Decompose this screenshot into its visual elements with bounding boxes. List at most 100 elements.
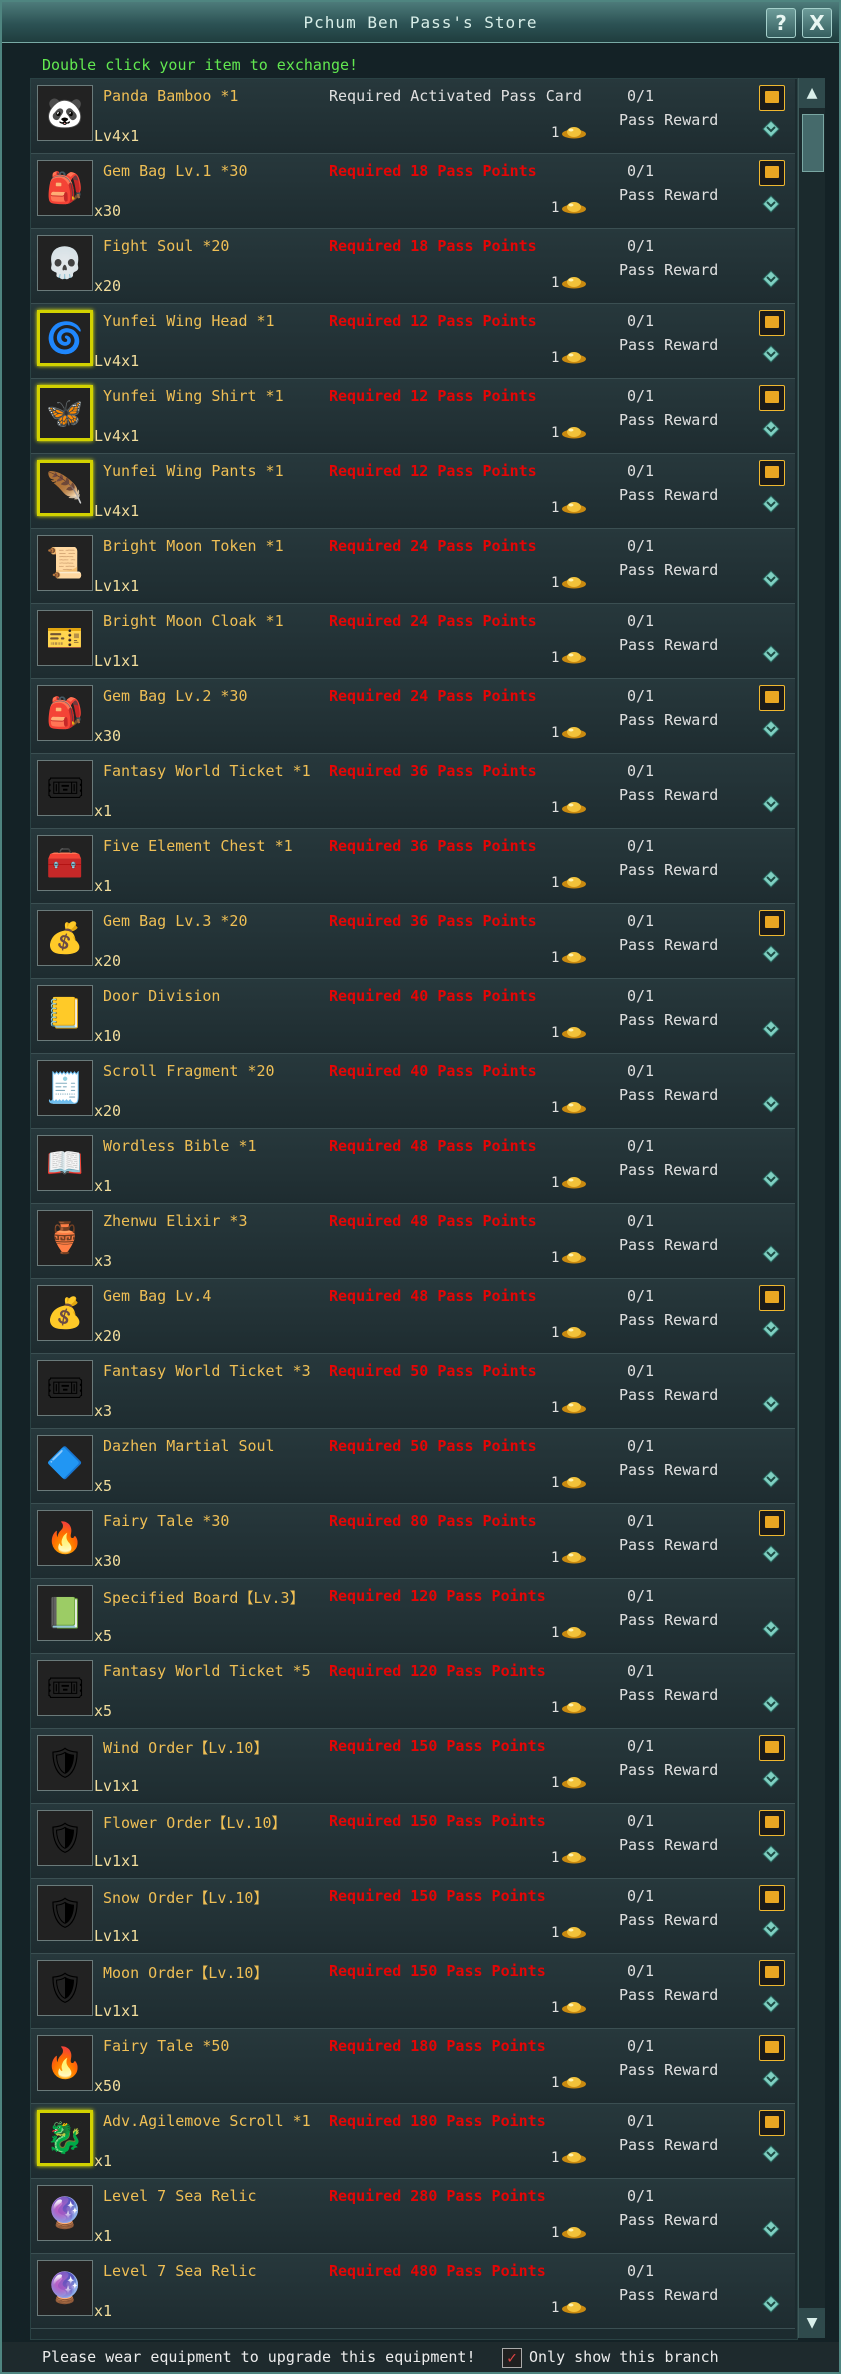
wind-order-icon[interactable]: 🛡 — [37, 1735, 93, 1791]
fairy-tale-icon[interactable]: 🔥 — [37, 2035, 93, 2091]
expand-arrow-icon[interactable] — [761, 1919, 781, 1939]
expand-arrow-icon[interactable] — [761, 1619, 781, 1639]
store-item-row[interactable]: 🎟 Fantasy World Ticket *1 x1 Required 36 Pa… — [31, 754, 795, 829]
gem-bag-icon[interactable]: 💰 — [37, 910, 93, 966]
expand-arrow-icon[interactable] — [761, 2294, 781, 2314]
chest-icon[interactable]: 🧰 — [37, 835, 93, 891]
scroll-fragment-icon[interactable]: 🧾 — [37, 1060, 93, 1116]
store-item-row[interactable]: 💰 Gem Bag Lv.3 *20 x20 Required 36 Pass Poi… — [31, 904, 795, 979]
expand-arrow-icon[interactable] — [761, 419, 781, 439]
store-item-row[interactable]: 🐉 Adv.Agilemove Scroll *1 x1 Required 180 P… — [31, 2104, 795, 2179]
store-item-row[interactable]: 🌀 Yunfei Wing Head *1 Lv4x1 Required 12 Pas… — [31, 304, 795, 379]
expand-arrow-icon[interactable] — [761, 2144, 781, 2164]
gem-bag-icon[interactable]: 💰 — [37, 1285, 93, 1341]
store-item-row[interactable]: 🛡 Snow Order【Lv.10】 Lv1x1 Required 150 Pass… — [31, 1879, 795, 1954]
scroll-up-icon[interactable]: ▲ — [799, 78, 825, 108]
store-item-row[interactable]: 📗 Specified Board【Lv.3】 x5 Required 120 Pas… — [31, 1579, 795, 1654]
store-item-row[interactable]: 🎟 Fantasy World Ticket *5 x5 Required 120 P… — [31, 1654, 795, 1729]
expand-arrow-icon[interactable] — [761, 794, 781, 814]
only-show-branch-label[interactable]: Only show this branch — [529, 2348, 719, 2366]
store-item-row[interactable]: 🔮 Level 7 Sea Relic x1 Required 280 Pass Po… — [31, 2179, 795, 2254]
expand-arrow-icon[interactable] — [761, 1769, 781, 1789]
scrollbar[interactable]: ▲ ▼ — [798, 78, 825, 2338]
store-item-row[interactable]: 📜 Bright Moon Token *1 Lv1x1 Required 24 Pa… — [31, 529, 795, 604]
gold-ingot-icon — [562, 652, 586, 664]
sea-relic-icon[interactable]: 🔮 — [37, 2260, 93, 2316]
expand-arrow-icon[interactable] — [761, 1544, 781, 1564]
moon-order-icon[interactable]: 🛡 — [37, 1960, 93, 2016]
expand-arrow-icon[interactable] — [761, 869, 781, 889]
wing-pants-icon[interactable]: 🪶 — [37, 460, 93, 516]
store-item-row[interactable]: 🏺 Zhenwu Elixir *3 x3 Required 48 Pass Poin… — [31, 1204, 795, 1279]
expand-arrow-icon[interactable] — [761, 194, 781, 214]
store-item-row[interactable]: 🧰 Five Element Chest *1 x1 Required 36 Pass… — [31, 829, 795, 904]
scroll-thumb[interactable] — [802, 114, 824, 172]
gem-bag-icon[interactable]: 🎒 — [37, 685, 93, 741]
fairy-tale-icon[interactable]: 🔥 — [37, 1510, 93, 1566]
expand-arrow-icon[interactable] — [761, 1169, 781, 1189]
expand-arrow-icon[interactable] — [761, 1019, 781, 1039]
moon-cloak-icon[interactable]: 🎫 — [37, 610, 93, 666]
martial-soul-icon[interactable]: 🔷 — [37, 1435, 93, 1491]
store-item-row[interactable]: 🛡 Wind Order【Lv.10】 Lv1x1 Required 150 Pass… — [31, 1729, 795, 1804]
store-item-row[interactable]: 🔥 Fairy Tale *50 x50 Required 180 Pass Poin… — [31, 2029, 795, 2104]
ticket-icon[interactable]: 🎟 — [37, 1660, 93, 1716]
expand-arrow-icon[interactable] — [761, 494, 781, 514]
store-item-row[interactable]: 🛡 Moon Order【Lv.10】 Lv1x1 Required 150 Pass… — [31, 1954, 795, 2029]
close-button[interactable]: X — [802, 8, 832, 38]
sea-relic-icon[interactable]: 🔮 — [37, 2185, 93, 2241]
panda-icon[interactable]: 🐼 — [37, 85, 93, 141]
scroll-down-icon[interactable]: ▼ — [799, 2308, 825, 2338]
expand-arrow-icon[interactable] — [761, 719, 781, 739]
snow-order-icon[interactable]: 🛡 — [37, 1885, 93, 1941]
expand-arrow-icon[interactable] — [761, 119, 781, 139]
expand-arrow-icon[interactable] — [761, 2219, 781, 2239]
expand-arrow-icon[interactable] — [761, 1469, 781, 1489]
store-item-row[interactable]: 🐼 Panda Bamboo *1 Lv4x1 Required Activated … — [31, 79, 795, 154]
gem-bag-icon[interactable]: 🎒 — [37, 160, 93, 216]
expand-arrow-icon[interactable] — [761, 1694, 781, 1714]
ticket-icon[interactable]: 🎟 — [37, 760, 93, 816]
expand-arrow-icon[interactable] — [761, 1844, 781, 1864]
expand-arrow-icon[interactable] — [761, 1244, 781, 1264]
expand-arrow-icon[interactable] — [761, 269, 781, 289]
expand-arrow-icon[interactable] — [761, 1994, 781, 2014]
expand-arrow-icon[interactable] — [761, 2069, 781, 2089]
store-item-row[interactable]: 🎒 Gem Bag Lv.2 *30 x30 Required 24 Pass Poi… — [31, 679, 795, 754]
help-button[interactable]: ? — [766, 8, 796, 38]
store-item-row[interactable]: 📖 Wordless Bible *1 x1 Required 48 Pass Poi… — [31, 1129, 795, 1204]
store-item-row[interactable]: 💰 Gem Bag Lv.4 x20 Required 48 Pass Points 1… — [31, 1279, 795, 1354]
wing-shirt-icon[interactable]: 🦋 — [37, 385, 93, 441]
moon-token-icon[interactable]: 📜 — [37, 535, 93, 591]
expand-arrow-icon[interactable] — [761, 1394, 781, 1414]
bible-icon[interactable]: 📖 — [37, 1135, 93, 1191]
wing-head-icon[interactable]: 🌀 — [37, 310, 93, 366]
store-item-row[interactable]: 🦋 Yunfei Wing Shirt *1 Lv4x1 Required 12 Pa… — [31, 379, 795, 454]
expand-arrow-icon[interactable] — [761, 1319, 781, 1339]
fight-soul-icon[interactable]: 💀 — [37, 235, 93, 291]
store-item-row[interactable]: 🔮 Level 7 Sea Relic x1 Required 480 Pass Po… — [31, 2254, 795, 2329]
board-icon[interactable]: 📗 — [37, 1585, 93, 1641]
title-bar[interactable]: Pchum Ben Pass's Store ? X — [2, 2, 839, 43]
store-item-row[interactable]: 🧾 Scroll Fragment *20 x20 Required 40 Pass … — [31, 1054, 795, 1129]
store-item-row[interactable]: 🪶 Yunfei Wing Pants *1 Lv4x1 Required 12 Pa… — [31, 454, 795, 529]
store-item-row[interactable]: 🔷 Dazhen Martial Soul x5 Required 50 Pass P… — [31, 1429, 795, 1504]
expand-arrow-icon[interactable] — [761, 344, 781, 364]
expand-arrow-icon[interactable] — [761, 1094, 781, 1114]
store-item-row[interactable]: 💀 Fight Soul *20 x20 Required 18 Pass Point… — [31, 229, 795, 304]
store-item-row[interactable]: 🎫 Bright Moon Cloak *1 Lv1x1 Required 24 Pa… — [31, 604, 795, 679]
expand-arrow-icon[interactable] — [761, 569, 781, 589]
door-division-icon[interactable]: 📒 — [37, 985, 93, 1041]
expand-arrow-icon[interactable] — [761, 644, 781, 664]
expand-arrow-icon[interactable] — [761, 944, 781, 964]
store-item-row[interactable]: 🎒 Gem Bag Lv.1 *30 x30 Required 18 Pass Poi… — [31, 154, 795, 229]
ticket-icon[interactable]: 🎟 — [37, 1360, 93, 1416]
store-item-row[interactable]: 🔥 Fairy Tale *30 x30 Required 80 Pass Point… — [31, 1504, 795, 1579]
store-item-row[interactable]: 🎟 Fantasy World Ticket *3 x3 Required 50 Pa… — [31, 1354, 795, 1429]
flower-order-icon[interactable]: 🛡 — [37, 1810, 93, 1866]
only-show-branch-checkbox[interactable]: ✓ — [502, 2348, 522, 2368]
elixir-icon[interactable]: 🏺 — [37, 1210, 93, 1266]
store-item-row[interactable]: 🛡 Flower Order【Lv.10】 Lv1x1 Required 150 Pa… — [31, 1804, 795, 1879]
store-item-row[interactable]: 📒 Door Division x10 Required 40 Pass Points… — [31, 979, 795, 1054]
agilemove-scroll-icon[interactable]: 🐉 — [37, 2110, 93, 2166]
